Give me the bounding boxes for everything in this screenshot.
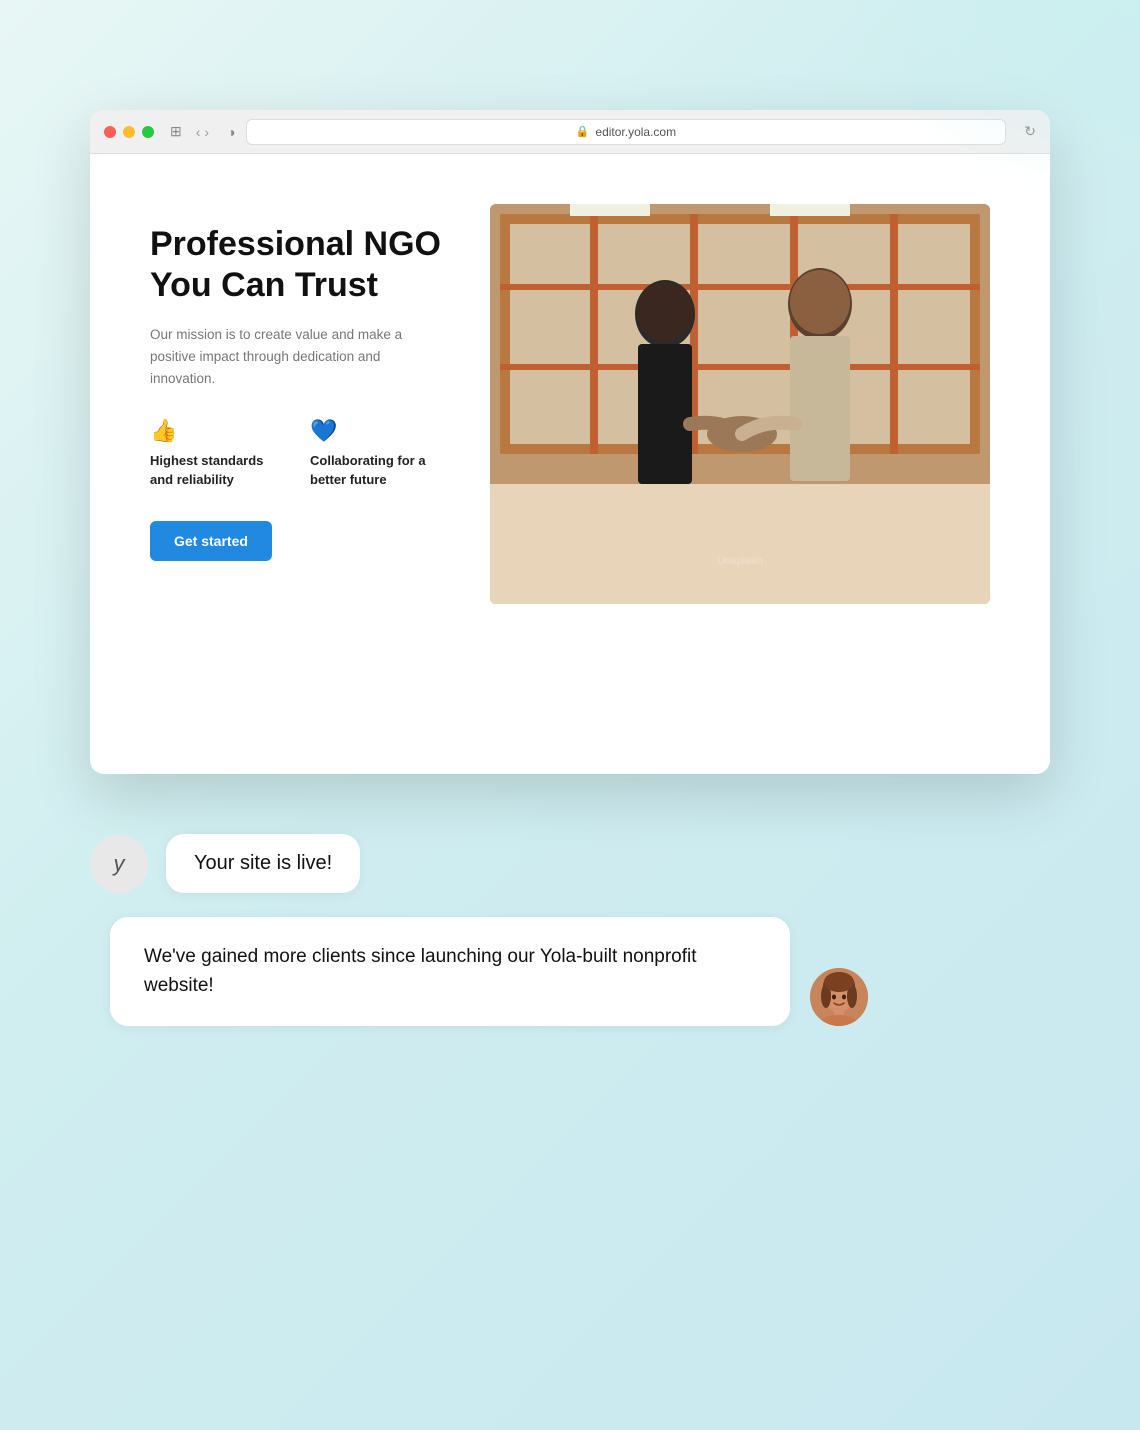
sidebar-toggle-icon[interactable]: ⊞ (170, 123, 182, 140)
hero-description: Our mission is to create value and make … (150, 324, 410, 391)
testimonial-row: We've gained more clients since launchin… (90, 917, 1050, 1026)
user-avatar-illustration (810, 968, 868, 1026)
hero-left: Professional NGO You Can Trust Our missi… (150, 204, 450, 561)
bottom-section: y Your site is live! We've gained more c… (0, 774, 1140, 1096)
notification-row: y Your site is live! (90, 834, 1050, 893)
address-bar[interactable]: 🔒 editor.yola.com (246, 119, 1007, 145)
browser-titlebar: ⊞ ‹ › ◑ 🔒 editor.yola.com ↻ (90, 110, 1050, 154)
feature-item-2: 💙 Collaborating for a better future (310, 418, 430, 488)
url-text: editor.yola.com (595, 125, 676, 139)
hero-image: Unsplash (490, 204, 990, 604)
refresh-icon[interactable]: ↻ (1024, 123, 1036, 140)
yola-avatar: y (90, 835, 148, 893)
features-row: 👍 Highest standards and reliability 💙 Co… (150, 418, 450, 488)
feature-1-label: Highest standards and reliability (150, 452, 270, 488)
maximize-button[interactable] (142, 126, 154, 138)
thumbsup-icon: 👍 (150, 418, 270, 444)
website-content: Professional NGO You Can Trust Our missi… (90, 154, 1050, 774)
close-button[interactable] (104, 126, 116, 138)
heart-icon: 💙 (310, 418, 430, 444)
back-arrow-icon[interactable]: ‹ (196, 124, 201, 140)
feature-item-1: 👍 Highest standards and reliability (150, 418, 270, 488)
get-started-button[interactable]: Get started (150, 521, 272, 561)
minimize-button[interactable] (123, 126, 135, 138)
forward-arrow-icon[interactable]: › (204, 124, 209, 140)
user-avatar (810, 968, 868, 1026)
shield-icon: ◑ (227, 124, 235, 140)
testimonial-bubble: We've gained more clients since launchin… (110, 917, 790, 1026)
feature-2-label: Collaborating for a better future (310, 452, 430, 488)
hero-right: Unsplash (490, 204, 990, 604)
notification-text: Your site is live! (194, 852, 332, 874)
notification-bubble: Your site is live! (166, 834, 360, 893)
handshake-illustration: Unsplash (490, 204, 990, 604)
browser-window: ⊞ ‹ › ◑ 🔒 editor.yola.com ↻ Professional… (90, 110, 1050, 774)
yola-letter: y (114, 851, 125, 877)
svg-text:Unsplash: Unsplash (717, 555, 763, 567)
hero-title: Professional NGO You Can Trust (150, 224, 450, 306)
nav-arrows: ‹ › (196, 124, 209, 140)
testimonial-text: We've gained more clients since launchin… (144, 946, 697, 996)
lock-icon: 🔒 (576, 125, 590, 138)
traffic-lights (104, 126, 154, 138)
